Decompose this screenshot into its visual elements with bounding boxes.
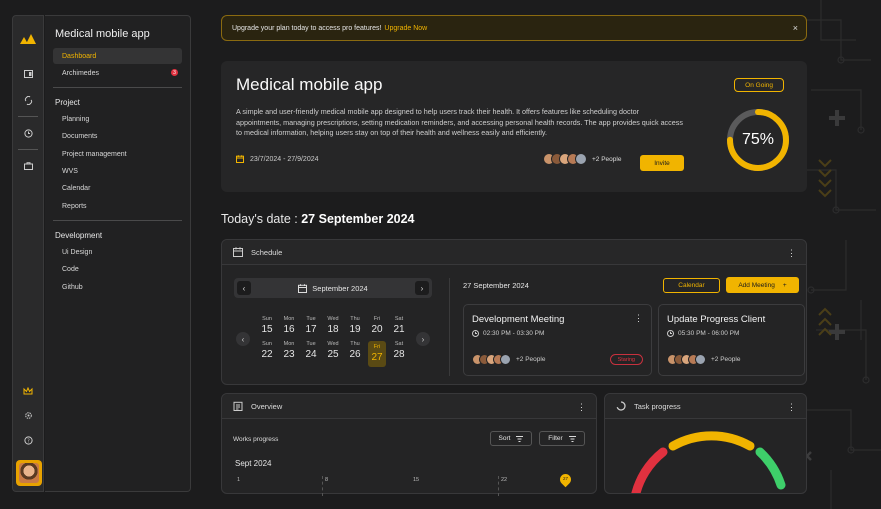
link-icon[interactable]	[18, 90, 38, 110]
sidebar-item-label: Project management	[62, 150, 127, 158]
sort-button[interactable]: Sort	[490, 431, 532, 446]
svg-text:?: ?	[27, 438, 30, 444]
history-icon[interactable]	[18, 123, 38, 143]
spinner-icon	[616, 401, 626, 411]
timeline-tick: 1	[237, 477, 241, 483]
sidebar-item-calendar[interactable]: Calendar	[53, 181, 182, 197]
user-avatar[interactable]	[16, 460, 42, 486]
settings-icon[interactable]	[18, 405, 38, 425]
today-marker-label: 27	[563, 476, 569, 481]
task-progress-gauge	[631, 431, 786, 493]
task-progress-card: Task progress ⋮	[604, 393, 807, 494]
sidebar-item-wvs[interactable]: WVS	[53, 164, 182, 180]
lower-cards: Overview ⋮ Works progress Sort Filter Se…	[221, 0, 807, 509]
timeline-gridline	[322, 476, 323, 496]
help-icon[interactable]: ?	[18, 430, 38, 450]
sidebar-item-label: Ui Design	[62, 248, 93, 256]
sidebar-divider	[53, 220, 182, 222]
sort-icon	[516, 435, 524, 442]
sidebar-item-code[interactable]: Code	[53, 262, 182, 278]
sidebar-item-label: Reports	[62, 202, 87, 210]
task-progress-title: Task progress	[634, 401, 681, 411]
sidebar-item-label: Code	[62, 266, 79, 274]
task-progress-header: Task progress	[605, 394, 806, 419]
sidebar-item-label: Documents	[62, 133, 98, 141]
timeline-tick: 22	[501, 477, 508, 483]
sort-label: Sort	[498, 435, 511, 442]
overview-header: Overview	[222, 394, 596, 419]
timeline-gridline	[498, 476, 499, 496]
window-icon[interactable]	[18, 64, 38, 84]
sidebar-item-archimedes[interactable]: Archimedes 3	[53, 65, 182, 81]
sidebar-item-github[interactable]: Github	[53, 279, 182, 295]
sidebar-item-project-management[interactable]: Project management	[53, 146, 182, 162]
rail-divider	[18, 149, 38, 150]
more-options-icon[interactable]: ⋮	[577, 402, 586, 413]
overview-card: Overview ⋮ Works progress Sort Filter Se…	[221, 393, 597, 496]
timeline-tick: 15	[413, 477, 420, 483]
notification-badge: 3	[171, 69, 178, 77]
timeline-tick: 8	[325, 477, 329, 483]
sidebar-group-development: Development	[55, 231, 103, 241]
logo-icon[interactable]	[18, 28, 38, 48]
sidebar-app-title: Medical mobile app	[55, 28, 150, 40]
filter-icon	[568, 435, 576, 442]
briefcase-icon[interactable]	[18, 156, 38, 176]
sidebar-group-project: Project	[55, 98, 80, 108]
sidebar-item-label: Archimedes	[62, 69, 99, 77]
overview-title: Overview	[251, 401, 283, 411]
rail-divider	[18, 116, 38, 117]
circuit-decoration	[801, 0, 881, 509]
sidebar-item-ui-design[interactable]: Ui Design	[53, 244, 182, 260]
icon-rail: ?	[12, 15, 44, 492]
avatar-image	[19, 463, 39, 483]
timeline-month: Sept 2024	[235, 459, 272, 468]
sidebar-item-dashboard[interactable]: Dashboard	[53, 48, 182, 64]
sidebar-item-label: Github	[62, 283, 83, 291]
sidebar-divider	[53, 87, 182, 89]
more-options-icon[interactable]: ⋮	[787, 402, 796, 413]
clipboard-icon	[233, 401, 243, 411]
crown-icon[interactable]	[18, 381, 38, 401]
filter-button[interactable]: Filter	[539, 431, 585, 446]
sidebar-item-planning[interactable]: Planning	[53, 111, 182, 127]
sidebar-item-label: Planning	[62, 115, 90, 123]
sidebar-item-reports[interactable]: Reports	[53, 198, 182, 214]
sidebar: Medical mobile app Dashboard Archimedes …	[45, 15, 191, 492]
sidebar-item-label: Dashboard	[62, 52, 97, 60]
filter-label: Filter	[548, 435, 563, 442]
sidebar-item-label: WVS	[62, 168, 78, 176]
sidebar-item-label: Calendar	[62, 185, 91, 193]
sidebar-item-documents[interactable]: Documents	[53, 129, 182, 145]
works-progress-label: Works progress	[233, 436, 279, 443]
